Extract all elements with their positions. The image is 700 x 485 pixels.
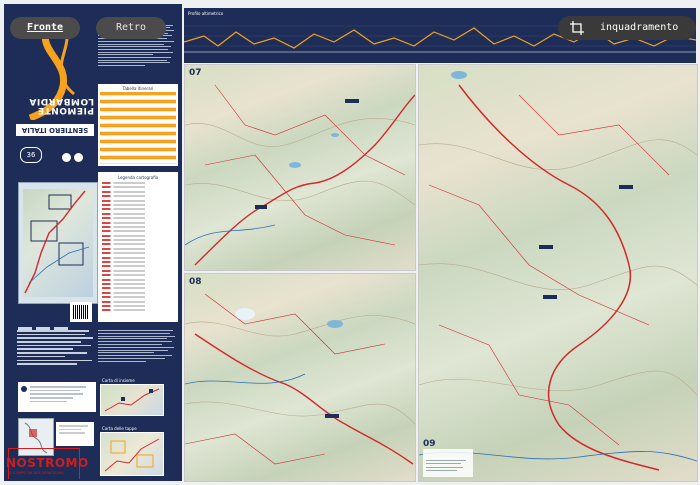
panel-number-09: 09: [423, 439, 436, 449]
watermark-tagline: IL COMPTOIR DES VOYAGEURS: [9, 471, 64, 475]
stages-table-title: Tabella itinerari: [122, 86, 154, 91]
partner-icons: [62, 147, 88, 162]
brand-strip: SENTIERO ITALIA CAI: [16, 114, 94, 136]
panel-number-07: 07: [189, 68, 202, 78]
partner-logo-icon: [74, 153, 83, 162]
info-text: [17, 330, 97, 384]
sponsor-logos: [18, 316, 96, 331]
framing-button-label: inquadramento: [600, 22, 679, 33]
map-legend: Legenda cartografia: [98, 172, 178, 322]
map-panel-09[interactable]: 09: [418, 64, 698, 482]
legend-title: Legenda cartografia: [117, 175, 159, 180]
contacts-box: [56, 422, 94, 446]
cai-logo-icon: [62, 153, 71, 162]
stages-table: Tabella itinerari: [98, 84, 178, 166]
route-thumbnail-1: [100, 384, 164, 416]
map-panel-07[interactable]: 07: [184, 64, 416, 271]
thumb-label-1: Carta di insieme: [102, 378, 135, 383]
map-sheet-viewer: PIEMONTE LOMBARDIA SENTIERO ITALIA CAI 3…: [0, 0, 700, 485]
panel-09-legend: [423, 449, 473, 477]
thumb-label-2: Carta delle tappe: [102, 426, 137, 431]
overview-map: [18, 182, 98, 304]
route-thumbnail-2: [100, 432, 164, 476]
back-side-button[interactable]: Retro: [96, 17, 166, 39]
nostromo-watermark: NOSTROMO IL COMPTOIR DES VOYAGEURS: [6, 446, 88, 480]
profile-title: Profilo altimetrico: [188, 11, 224, 16]
overview-route-line: [24, 190, 90, 294]
panel-number-08: 08: [189, 277, 202, 287]
front-side-button[interactable]: Fronte: [10, 17, 80, 39]
cover-front-column: PIEMONTE LOMBARDIA SENTIERO ITALIA CAI 3…: [8, 4, 98, 481]
warning-icon: [21, 386, 27, 392]
warning-box: [18, 382, 96, 412]
cover-title-line2: LOMBARDIA: [28, 96, 94, 106]
sheet-number-badge: 36: [20, 147, 42, 163]
map-panel-08[interactable]: 08: [184, 273, 416, 482]
watermark-name: NOSTROMO: [6, 456, 89, 470]
crop-frame-icon: [570, 21, 584, 35]
framing-button[interactable]: inquadramento: [558, 16, 696, 40]
